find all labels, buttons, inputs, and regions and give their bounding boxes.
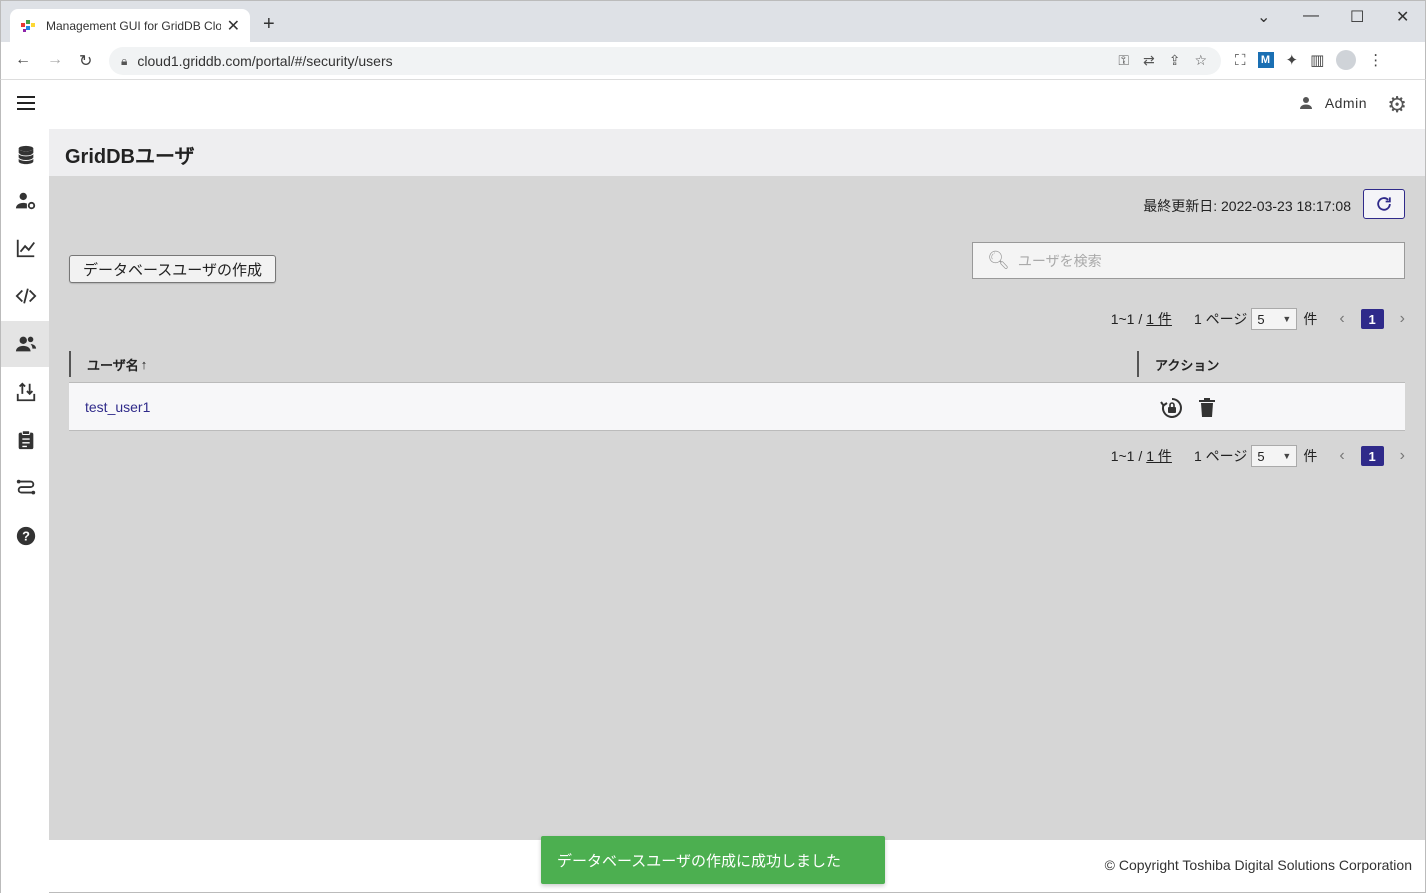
close-tab-icon[interactable]: ✕ [227,16,240,36]
side-panel-icon[interactable]: ▥ [1310,51,1324,69]
per-page-label: 1 ページ [1193,448,1248,464]
minimize-icon[interactable]: — [1303,7,1319,25]
chevron-down-icon: ▼ [1282,314,1292,324]
next-page-icon[interactable]: › [1400,447,1405,465]
address-bar[interactable]: 🔒︎ cloud1.griddb.com/portal/#/security/u… [109,47,1221,75]
browser-menu-icon[interactable]: ⋮ [1368,51,1383,69]
toast-message: データベースユーザの作成に成功しました [557,852,841,870]
prev-page-icon[interactable]: ‹ [1339,447,1344,465]
chevron-down-icon: ▼ [1282,451,1292,461]
sidebar-item-users[interactable] [1,321,50,367]
extensions-puzzle-icon[interactable]: ✦ [1286,51,1299,69]
clipboard-icon [18,430,33,450]
delete-trash-icon[interactable] [1195,396,1219,420]
database-icon [17,145,34,165]
page-number-button[interactable]: 1 [1360,446,1384,466]
hamburger-menu-icon[interactable] [17,96,35,110]
svg-text:?: ? [22,529,30,544]
help-icon: ? [16,526,35,546]
app-header: Admin ⚙ [0,80,1426,129]
settings-gear-icon[interactable]: ⚙ [1387,92,1407,118]
prev-page-icon[interactable]: ‹ [1339,310,1344,328]
pagination-top: 1~1 / 1 件 1 ページ 5 ▼ 件 ‹ 1 › [1111,308,1405,330]
per-page-value: 5 [1257,448,1265,464]
sidebar-item-import-export[interactable] [1,369,50,415]
per-page-label: 1 ページ [1193,311,1248,327]
pagination-bottom: 1~1 / 1 件 1 ページ 5 ▼ 件 ‹ 1 › [1111,445,1405,467]
extension-m-icon[interactable]: M [1257,52,1274,68]
back-icon[interactable]: ← [15,51,31,69]
translate-icon[interactable]: ⇄ [1143,52,1155,69]
sidebar: ? [0,129,50,893]
sidebar-item-sql[interactable] [1,273,50,319]
code-icon [15,288,36,304]
person-icon [1299,97,1312,109]
per-page-select[interactable]: 5 ▼ [1251,445,1298,467]
sidebar-item-user-settings[interactable] [1,178,50,224]
pager-range: 1~1 / [1110,311,1143,327]
search-icon: 🔍︎ [987,250,1010,270]
column-header-actions: アクション [1137,351,1405,377]
users-icon [15,336,36,352]
table-header: ユーザ名 ↑ アクション [69,347,1405,381]
reset-password-icon[interactable] [1159,396,1183,420]
user-menu[interactable]: Admin [1297,94,1367,112]
key-icon[interactable]: ⚿ [1118,52,1129,69]
page-title-bar: GridDBユーザ [49,129,1426,176]
copyright-text: © Copyright Toshiba Digital Solutions Co… [1104,857,1412,873]
user-search-box[interactable]: 🔍︎ [972,242,1405,279]
browser-toolbar: ← → ↻ 🔒︎ cloud1.griddb.com/portal/#/secu… [0,42,1426,80]
column-header-username[interactable]: ユーザ名 ↑ [69,351,1137,377]
upload-download-icon [16,382,35,402]
browser-tab-title: Management GUI for GridDB Clo [46,19,221,33]
row-actions [1159,396,1219,420]
line-chart-icon [16,239,35,258]
reload-icon[interactable]: ↻ [79,51,92,71]
page-number-button[interactable]: 1 [1360,309,1384,329]
page-title: GridDBユーザ [65,146,195,168]
griddb-favicon [21,20,35,32]
url-text: cloud1.griddb.com/portal/#/security/user… [137,53,393,69]
refresh-button[interactable] [1363,189,1405,219]
forward-icon[interactable]: → [47,51,63,69]
browser-tab-strip: Management GUI for GridDB Clo ✕ + ⌄ — ☐ … [0,0,1426,43]
sidebar-item-help[interactable]: ? [1,513,50,559]
pager-range: 1~1 / [1110,448,1143,464]
sidebar-item-logs[interactable] [1,417,50,463]
browser-tab[interactable]: Management GUI for GridDB Clo ✕ [10,9,250,43]
sidebar-item-monitoring[interactable] [1,225,50,271]
table-row: test_user1 [69,382,1405,431]
sidebar-item-database[interactable] [1,132,50,178]
sidebar-item-network[interactable] [1,465,50,511]
close-window-icon[interactable]: ✕ [1396,7,1409,27]
profile-avatar-icon[interactable] [1336,50,1357,70]
main-content: 最終更新日: 2022-03-23 18:17:08 データベースユーザの作成 … [49,176,1426,840]
per-page-select[interactable]: 5 ▼ [1251,308,1298,330]
maximize-icon[interactable]: ☐ [1350,7,1364,27]
pager-total: 1 件 [1146,311,1172,327]
user-name: Admin [1324,95,1367,111]
user-gear-icon [15,192,35,210]
search-input[interactable] [1017,252,1398,269]
sort-arrow-icon: ↑ [140,356,148,372]
route-icon [16,479,35,495]
per-page-unit: 件 [1303,311,1318,327]
create-user-button[interactable]: データベースユーザの作成 [69,255,276,283]
tab-search-icon[interactable]: ⌄ [1257,7,1270,27]
new-tab-icon[interactable]: + [263,13,275,36]
pager-total: 1 件 [1146,448,1172,464]
refresh-icon [1377,197,1391,211]
username-link[interactable]: test_user1 [85,399,150,415]
per-page-unit: 件 [1303,448,1318,464]
bookmark-star-icon[interactable]: ☆ [1194,52,1207,69]
last-updated-text: 最終更新日: 2022-03-23 18:17:08 [1143,198,1351,214]
per-page-value: 5 [1257,311,1265,327]
lock-icon: 🔒︎ [121,53,128,68]
next-page-icon[interactable]: › [1400,310,1405,328]
share-icon[interactable]: ⇪ [1169,52,1181,69]
success-toast: データベースユーザの作成に成功しました [541,836,885,884]
screenshot-icon[interactable]: ⛶ [1235,52,1246,69]
